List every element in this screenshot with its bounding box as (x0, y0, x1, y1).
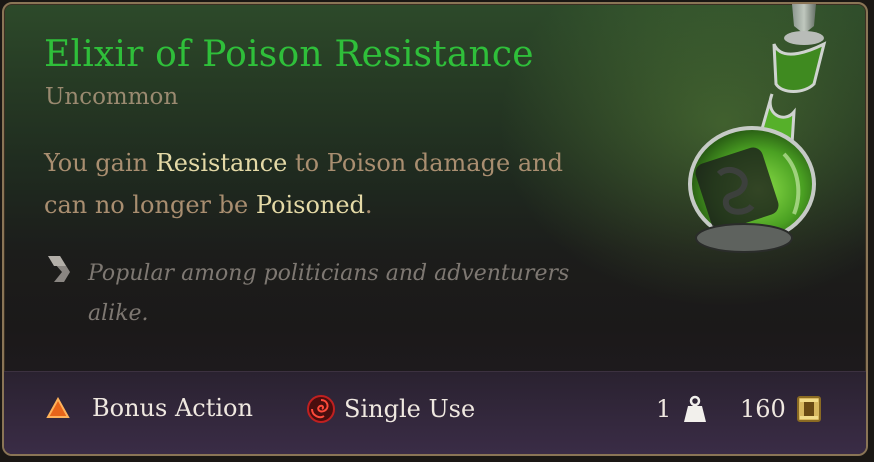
flavor-quote-icon (48, 256, 70, 282)
action-type-label: Bonus Action (92, 394, 253, 422)
action-type: Bonus Action (46, 394, 253, 422)
item-name: Elixir of Poison Resistance (44, 34, 534, 75)
description-text: You gain (44, 149, 156, 177)
item-description: You gain Resistance to Poison damage and… (44, 142, 584, 226)
use-type-label: Single Use (344, 395, 476, 423)
gold-value: 160 (740, 395, 786, 423)
gold-coin-icon (796, 396, 821, 422)
weight-value: 1 (656, 395, 672, 423)
item-flavor-text: Popular among politicians and adventurer… (88, 261, 570, 326)
description-text: . (364, 191, 373, 219)
bonus-action-triangle-icon (46, 397, 70, 418)
item-tooltip: Elixir of Poison Resistance Uncommon You… (2, 2, 868, 456)
weight-icon (684, 395, 707, 422)
single-use-swirl-icon (307, 395, 335, 423)
keyword-poisoned[interactable]: Poisoned (256, 191, 365, 219)
item-rarity: Uncommon (45, 84, 179, 110)
item-footer: Bonus Action Single Use 1 160 (4, 371, 866, 454)
potion-bottle-icon (688, 4, 827, 253)
keyword-resistance[interactable]: Resistance (156, 149, 288, 177)
item-value: 160 (740, 394, 822, 424)
item-weight: 1 (656, 394, 707, 424)
use-type: Single Use (306, 394, 475, 424)
